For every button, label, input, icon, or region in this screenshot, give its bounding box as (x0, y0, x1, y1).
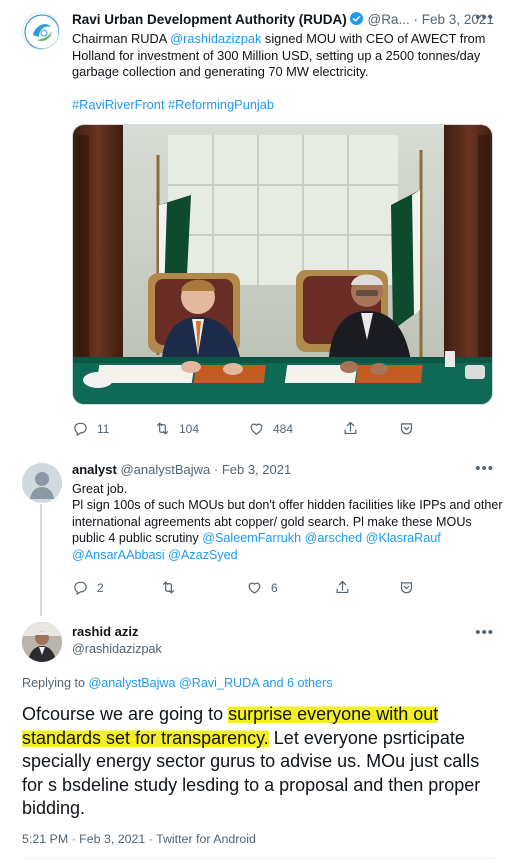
replying-prefix: Replying to (22, 676, 89, 690)
more-options-icon[interactable]: ••• (475, 460, 494, 477)
reply-icon (74, 581, 87, 596)
tip-icon (400, 582, 413, 594)
retweet-button[interactable] (160, 579, 185, 596)
mention-link[interactable]: @rashidazizpak (170, 31, 261, 46)
share-button[interactable] (334, 579, 351, 596)
mention-link[interactable]: @AzazSyed (168, 548, 238, 562)
like-icon (250, 423, 263, 435)
text-paragraph: Pl sign 100s of such MOUs but don't offe… (72, 497, 504, 563)
retweet-button[interactable]: 104 (154, 420, 199, 437)
default-avatar[interactable] (22, 463, 62, 503)
tip-button[interactable] (398, 420, 415, 437)
tweet-date[interactable]: Feb 3, 2021 (222, 462, 291, 477)
separator: · (413, 12, 419, 27)
mention-link[interactable]: @SaleemFarrukh (202, 531, 301, 545)
reply-count: 11 (97, 421, 110, 436)
highlighted-text: standards set for transparency. (22, 727, 269, 748)
text-line: Great job. (72, 482, 128, 496)
replying-to: Replying to @analystBajwa @Ravi_RUDA and… (22, 676, 333, 690)
tip-button[interactable] (398, 579, 415, 596)
mention-link[interactable]: @KlasraRauf (366, 531, 441, 545)
highlighted-text: surprise everyone with out (228, 704, 439, 724)
retweet-icon (156, 422, 169, 435)
reply-button[interactable]: 11 (72, 420, 109, 437)
tweet1-header: Ravi Urban Development Authority (RUDA) … (72, 11, 494, 29)
author-handle[interactable]: @analystBajwa (120, 462, 210, 477)
share-icon (336, 580, 349, 594)
mention-link[interactable]: @AnsarAAbbasi (72, 548, 165, 562)
reply-icon (74, 422, 87, 437)
like-count: 6 (271, 580, 278, 595)
hashtags: #RaviRiverFront #ReformingPunjab (72, 97, 274, 112)
tweet-metadata[interactable]: 5:21 PM · Feb 3, 2021 · Twitter for Andr… (22, 832, 256, 846)
like-count: 484 (273, 421, 294, 436)
mention-link[interactable]: @arsched (305, 531, 363, 545)
retweet-count: 104 (179, 421, 200, 436)
tweet1-text: Chairman RUDA @rashidazizpak signed MOU … (72, 31, 500, 81)
like-button[interactable]: 484 (248, 420, 293, 437)
thread-line (40, 504, 42, 616)
text-segment: Chairman RUDA (72, 31, 171, 46)
share-button[interactable] (342, 420, 359, 437)
ruda-logo-avatar[interactable] (22, 12, 60, 50)
like-button[interactable]: 6 (246, 579, 278, 596)
hashtag-link[interactable]: #RaviRiverFront (72, 97, 164, 112)
tweet2-actions: 2 6 (72, 579, 452, 599)
separator: · (213, 462, 219, 477)
verified-badge-icon (349, 11, 364, 29)
like-icon (248, 582, 261, 594)
author-name[interactable]: rashid aziz (72, 624, 138, 639)
tweet2-header: analyst @analystBajwa · Feb 3, 2021 (72, 462, 291, 477)
text-segment: Ofcourse we are going to (22, 704, 229, 724)
replying-to-links[interactable]: @analystBajwa @Ravi_RUDA and 6 others (89, 676, 333, 690)
tweet1-actions: 11 104 484 (72, 420, 452, 440)
author-handle[interactable]: @rashidazizpak (72, 642, 162, 656)
tweet2-text: Great job. Pl sign 100s of such MOUs but… (72, 481, 504, 563)
divider (22, 858, 494, 859)
tweet-photo[interactable] (72, 124, 493, 405)
tweet3-text: Ofcourse we are going to surprise everyo… (22, 703, 502, 821)
share-icon (344, 421, 357, 435)
retweet-icon (162, 581, 175, 594)
author-name[interactable]: analyst (72, 462, 117, 477)
more-options-icon[interactable]: ••• (475, 9, 494, 26)
reply-count: 2 (97, 580, 104, 595)
author-handle[interactable]: @Ra... (368, 12, 410, 27)
hashtag-link[interactable]: #ReformingPunjab (168, 97, 274, 112)
more-options-icon[interactable]: ••• (475, 624, 494, 641)
reply-button[interactable]: 2 (72, 579, 104, 596)
tip-icon (400, 423, 413, 435)
author-name[interactable]: Ravi Urban Development Authority (RUDA) (72, 12, 347, 27)
user-photo-avatar[interactable] (22, 622, 62, 662)
